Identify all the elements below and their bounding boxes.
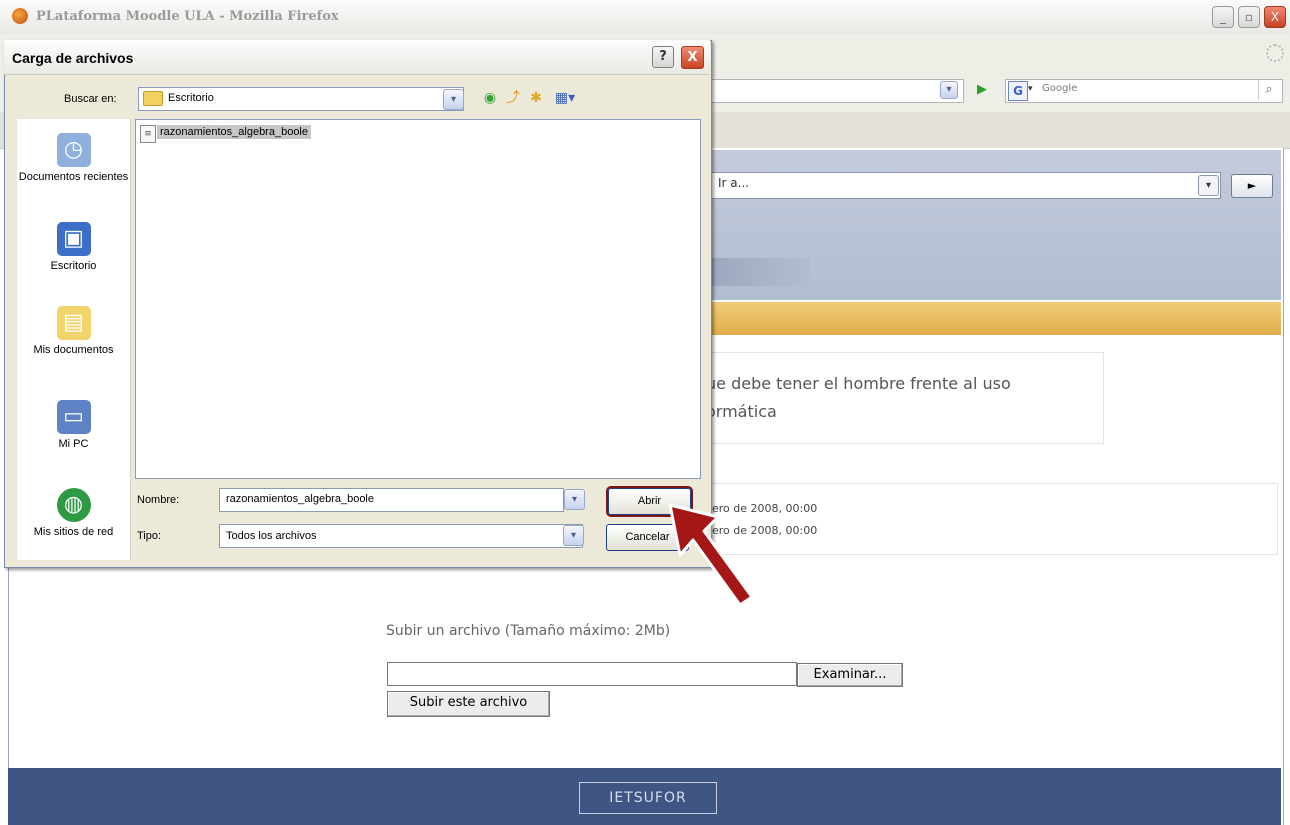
help-button[interactable]: ? [652,46,674,68]
place-recent[interactable]: ◷ Documentos recientes [17,133,130,184]
file-path-input[interactable] [387,662,797,686]
search-placeholder: Google [1042,83,1078,94]
place-label: Documentos recientes [18,171,129,183]
place-my-documents[interactable]: ▤ Mis documentos [17,306,130,357]
place-my-computer[interactable]: ▭ Mi PC [17,400,130,451]
dialog-title: Carga de archivos [12,50,134,66]
google-g-icon[interactable]: G [1008,81,1028,101]
place-label: Mis documentos [33,344,114,356]
recent-documents-icon: ◷ [56,133,91,167]
chevron-down-icon[interactable]: ▾ [443,89,464,110]
chevron-down-icon[interactable]: ▾ [1198,175,1219,196]
window-title: PLataforma Moodle ULA - Mozilla Firefox [36,9,339,24]
place-label: Escritorio [50,260,97,272]
place-label: Mis sitios de red [33,526,114,538]
look-in-value: Escritorio [168,92,214,104]
chevron-down-icon[interactable]: ▾ [563,525,584,546]
desktop-icon: ▣ [56,222,91,256]
search-engine-dropdown[interactable]: ▾ [1028,84,1033,94]
dialog-close-button[interactable]: X [681,46,704,69]
footer-home-button[interactable]: IETSUFOR [579,782,717,814]
restore-button[interactable]: ▫ [1238,6,1260,28]
file-name-value: razonamientos_algebra_boole [226,493,374,505]
file-type-label: Tipo: [137,530,162,542]
goto-select-value: Ir a... [718,176,750,190]
window-close-button[interactable]: X [1264,6,1286,28]
up-folder-icon[interactable]: ⤴ [503,89,523,107]
view-menu-icon[interactable]: ▦▾ [550,89,580,107]
description-line: ormática [706,402,777,421]
new-folder-icon[interactable]: ✱ [526,89,546,107]
upload-submit-button[interactable]: Subir este archivo [387,691,550,717]
network-places-icon: ◍ [56,488,91,522]
file-name-label: Nombre: [137,494,180,506]
place-label: Mi PC [58,438,89,450]
minimize-button[interactable]: _ [1212,6,1234,28]
file-list[interactable] [135,119,701,479]
goto-button[interactable]: ► [1231,174,1273,198]
my-computer-icon: ▭ [56,400,91,434]
my-documents-icon: ▤ [56,306,91,340]
firefox-logo-icon [12,8,28,24]
goto-select[interactable] [708,172,1221,199]
place-network[interactable]: ◍ Mis sitios de red [17,488,130,539]
browse-button[interactable]: Examinar... [797,663,903,687]
upload-label: Subir un archivo (Tamaño máximo: 2Mb) [386,623,671,639]
url-history-dropdown[interactable]: ▾ [940,81,958,99]
description-line: ue debe tener el hombre frente al uso [706,374,1011,393]
back-icon[interactable]: ◉ [480,89,500,107]
search-icon[interactable]: ⌕ [1258,80,1279,100]
place-desktop[interactable]: ▣ Escritorio [17,222,130,273]
throbber-icon [1266,44,1284,62]
header-decoration [700,258,810,286]
look-in-label: Buscar en: [64,93,117,105]
file-item[interactable]: razonamientos_algebra_boole [157,125,311,139]
file-type-value: Todos los archivos [226,530,317,542]
dates-box [700,483,1278,555]
assignment-description: ue debe tener el hombre frente al uso or… [706,370,1096,426]
file-icon: ≡ [140,125,156,143]
folder-icon [143,91,163,106]
go-arrow-icon[interactable]: ▶ [972,80,992,100]
chevron-down-icon[interactable]: ▾ [564,489,585,510]
annotation-arrow-icon [668,503,754,607]
